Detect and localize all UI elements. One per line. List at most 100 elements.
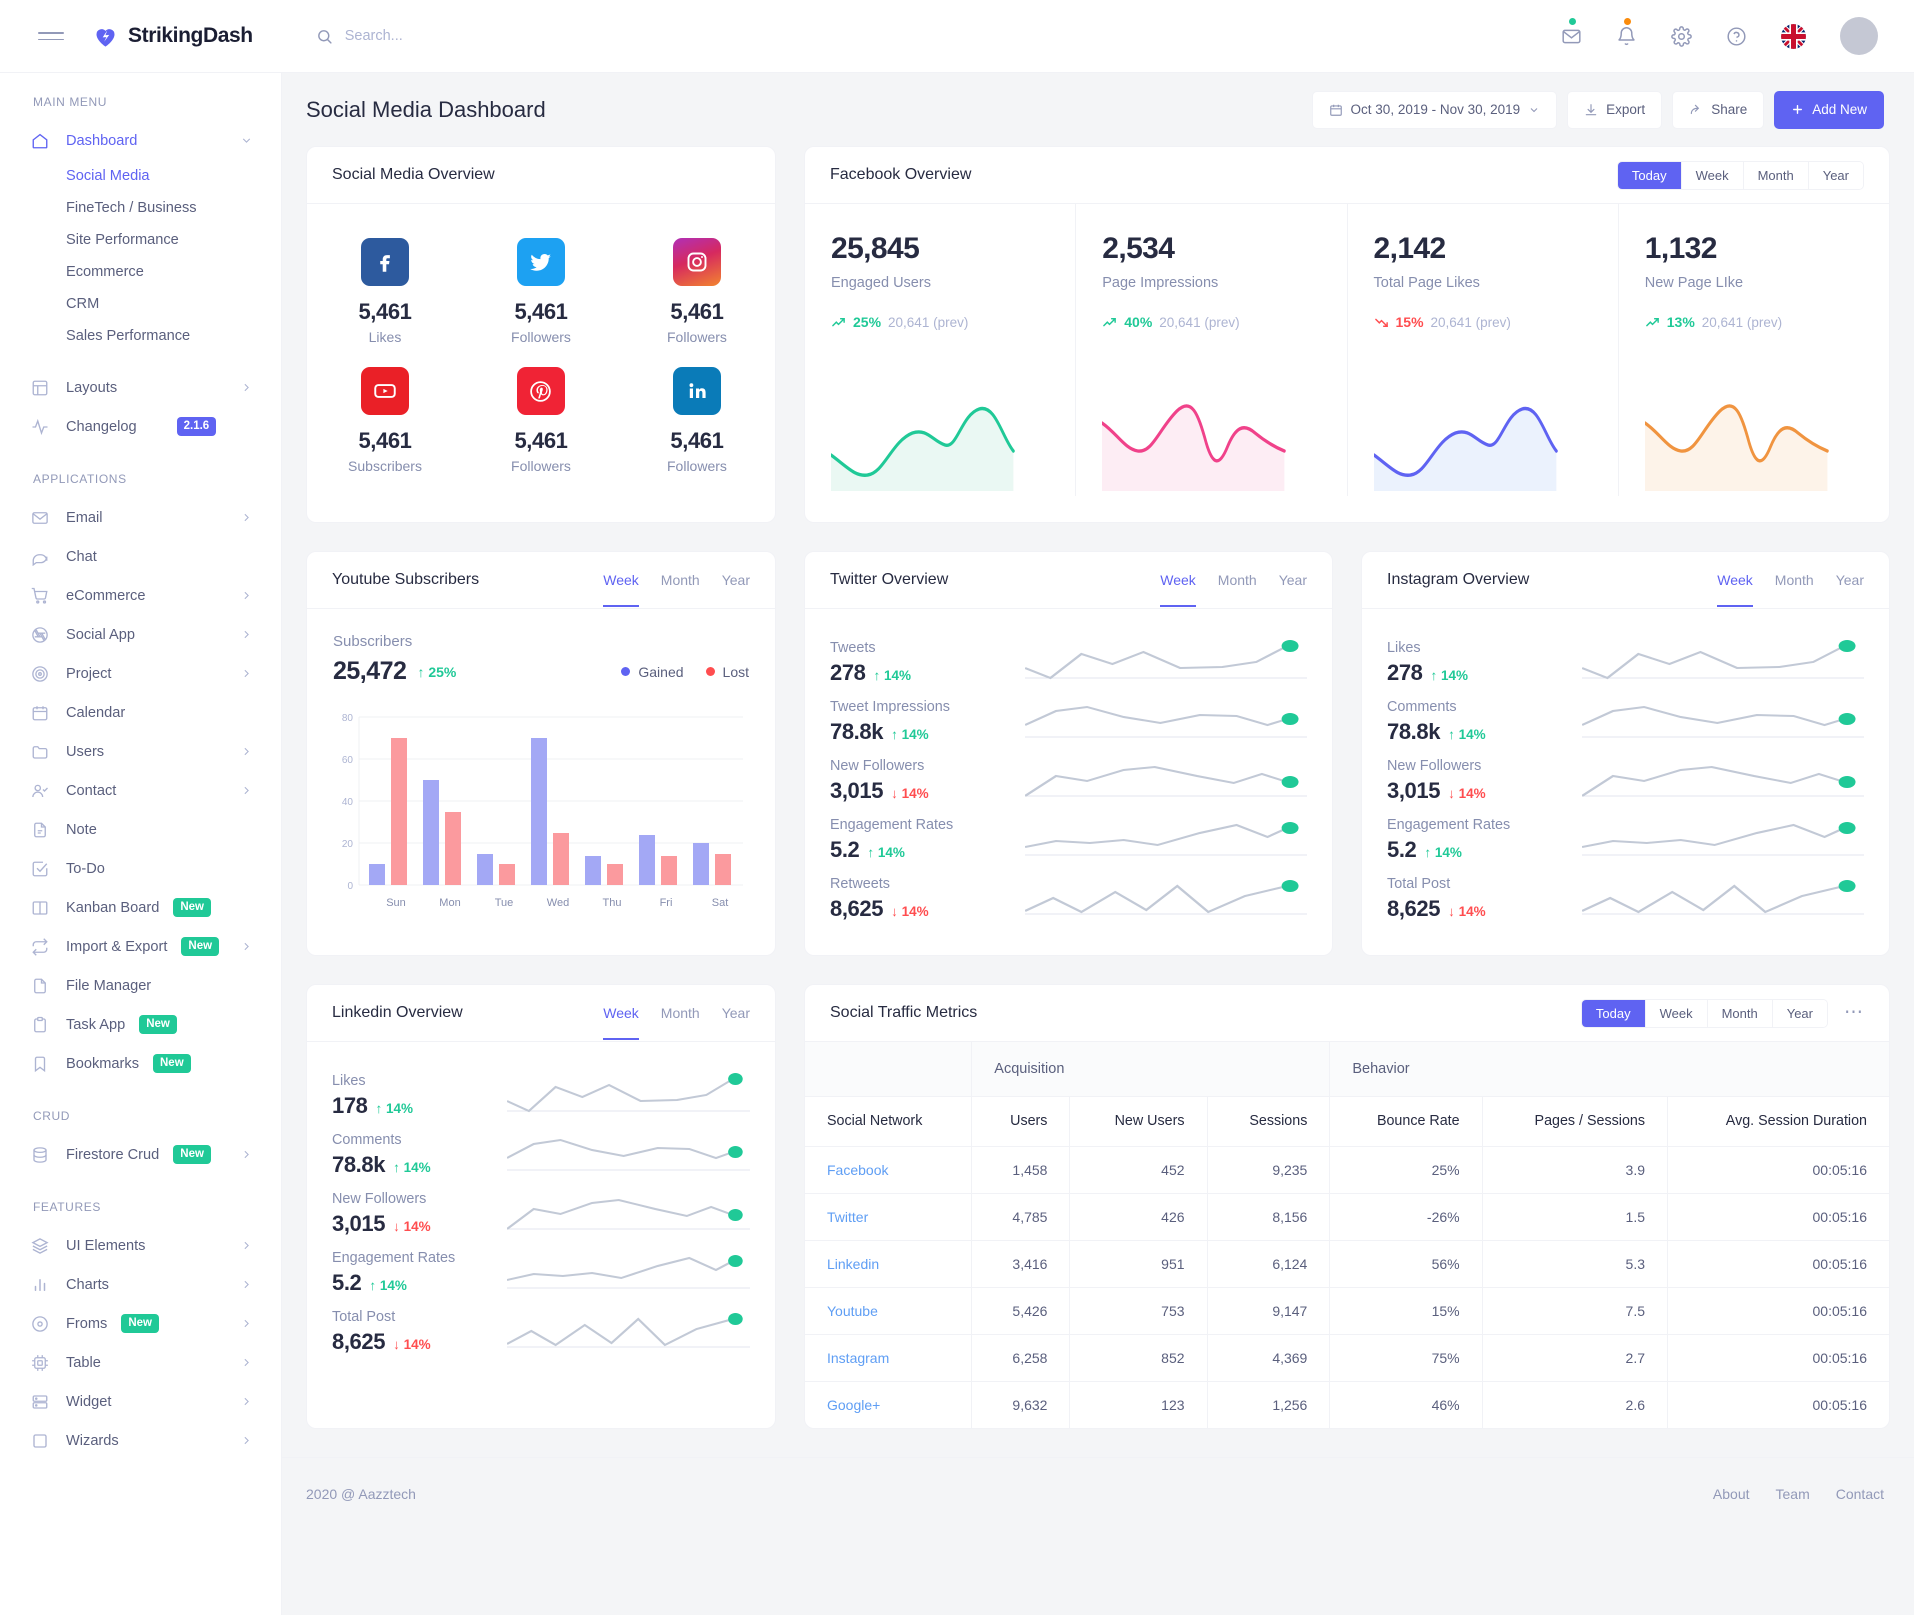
sidebar-item-note[interactable]: Note [0,810,281,849]
sidebar-item-ecommerce[interactable]: eCommerce [0,576,281,615]
cell-network[interactable]: Instagram [805,1334,973,1382]
sidebar-item-layouts[interactable]: Layouts [0,368,281,407]
sidebar-item-todo[interactable]: To-Do [0,849,281,888]
tab-today[interactable]: Today [1617,161,1682,189]
sidebar-item-email[interactable]: Email [0,498,281,537]
footer-link-team[interactable]: Team [1776,1486,1810,1502]
tab-month[interactable]: Month [1775,554,1814,606]
sidebar-subitem-social-media[interactable]: Social Media [0,160,281,192]
mail-icon[interactable] [1561,17,1582,47]
sidebar-item-label: Bookmarks [66,1055,139,1072]
sidebar-item-project[interactable]: Project [0,654,281,693]
tab-month[interactable]: Month [1707,999,1773,1027]
tab-year[interactable]: Year [1808,161,1863,189]
date-range-picker[interactable]: Oct 30, 2019 - Nov 30, 2019 [1311,90,1558,129]
sidebar-subitem-finetech-business[interactable]: FineTech / Business [0,192,281,224]
sidebar-item-kanban-board[interactable]: Kanban Board New [0,888,281,927]
tab-year[interactable]: Year [722,987,750,1039]
sidebar-item-changelog[interactable]: Changelog 2.1.6 [0,407,281,446]
tab-year[interactable]: Year [722,554,750,606]
social-stat-twitter[interactable]: 5,461 Followers [463,238,619,345]
cell-network[interactable]: Youtube [805,1287,973,1335]
sidebar-item-file-manager[interactable]: File Manager [0,966,281,1005]
sidebar-item-calendar[interactable]: Calendar [0,693,281,732]
chevron-right-icon [240,1317,253,1330]
sidebar-subitem-ecommerce[interactable]: Ecommerce [0,256,281,288]
cell-network[interactable]: Facebook [805,1146,973,1194]
sidebar-item-froms[interactable]: Froms New [0,1304,281,1343]
brand-logo-group[interactable]: StrikingDash [92,23,253,50]
new-badge: New [121,1314,160,1333]
tab-year[interactable]: Year [1772,999,1827,1027]
sidebar-item-bookmarks[interactable]: Bookmarks New [0,1044,281,1083]
tab-week[interactable]: Week [1160,554,1196,607]
social-stat-instagram[interactable]: 5,461 Followers [619,238,775,345]
sidebar-subitem-site-performance[interactable]: Site Performance [0,224,281,256]
tab-week[interactable]: Week [1717,554,1753,607]
metric-value-group: 278 ↑ 14% [830,660,1025,686]
stat-label: Followers [667,458,727,474]
gear-icon[interactable] [1671,25,1692,47]
disc-icon [30,1314,50,1334]
sidebar-item-chat[interactable]: Chat [0,537,281,576]
add-new-button[interactable]: Add New [1774,90,1884,129]
footer-link-about[interactable]: About [1713,1486,1750,1502]
stat-delta: 15% 20,641 (prev) [1374,314,1618,330]
sidebar-item-firestore-crud[interactable]: Firestore Crud New [0,1135,281,1174]
more-options-icon[interactable]: ⋯ [1844,1003,1864,1022]
cell-network[interactable]: Linkedin [805,1240,973,1288]
sidebar-subitem-sales-performance[interactable]: Sales Performance [0,320,281,352]
sidebar-item-wizards[interactable]: Wizards [0,1421,281,1460]
sidebar-item-import-export[interactable]: Import & Export New [0,927,281,966]
search-box[interactable] [316,28,645,45]
sidebar-item-label: eCommerce [66,587,146,604]
tab-week[interactable]: Week [1681,161,1744,189]
footer-link-contact[interactable]: Contact [1836,1486,1884,1502]
social-stat-facebook[interactable]: 5,461 Likes [307,238,463,345]
cell-new-users: 123 [1069,1381,1208,1428]
tab-month[interactable]: Month [661,987,700,1039]
sidebar-item-ui-elements[interactable]: UI Elements [0,1226,281,1265]
share-button[interactable]: Share [1672,90,1765,129]
social-stat-linkedin[interactable]: 5,461 Followers [619,367,775,474]
tab-month[interactable]: Month [1743,161,1809,189]
avatar[interactable] [1840,17,1878,55]
sidebar-item-dashboard[interactable]: Dashboard [0,121,281,160]
tab-week[interactable]: Week [1645,999,1708,1027]
tab-week[interactable]: Week [603,987,639,1040]
cell-network[interactable]: Twitter [805,1193,973,1241]
instagram-overview-card: Instagram Overview Week Month Year Likes… [1361,551,1890,956]
social-stat-youtube[interactable]: 5,461 Subscribers [307,367,463,474]
tab-today[interactable]: Today [1581,999,1646,1027]
legend-lost: Lost [705,664,749,680]
sparkline-line [507,1307,750,1355]
sidebar-item-task-app[interactable]: Task App New [0,1005,281,1044]
tab-month[interactable]: Month [1218,554,1257,606]
metric-value-group: 5.2 ↑ 14% [830,837,1025,863]
tab-month[interactable]: Month [661,554,700,606]
metric-row: Engagement Rates 5.2 ↑ 14% [1387,804,1864,863]
search-input[interactable] [344,28,645,44]
menu-toggle-icon[interactable] [38,27,64,45]
export-button[interactable]: Export [1567,90,1663,129]
cell-users: 9,632 [971,1381,1071,1428]
sidebar-item-users[interactable]: Users [0,732,281,771]
social-stat-pinterest[interactable]: 5,461 Followers [463,367,619,474]
sidebar-subitem-crm[interactable]: CRM [0,288,281,320]
flag-uk-icon[interactable] [1781,23,1806,49]
sidebar-item-social-app[interactable]: Social App [0,615,281,654]
cell-network[interactable]: Google+ [805,1381,973,1428]
metric-label: New Followers [1387,758,1482,774]
sidebar-item-charts[interactable]: Charts [0,1265,281,1304]
sidebar-item-contact[interactable]: Contact [0,771,281,810]
page-header-actions: Oct 30, 2019 - Nov 30, 2019 Export Share… [1302,90,1884,129]
sidebar-item-table[interactable]: Table [0,1343,281,1382]
cell-users: 4,785 [971,1193,1071,1241]
tab-week[interactable]: Week [603,554,639,607]
tab-year[interactable]: Year [1836,554,1864,606]
tab-year[interactable]: Year [1279,554,1307,606]
bell-icon[interactable] [1616,17,1637,47]
sidebar-item-widget[interactable]: Widget [0,1382,281,1421]
help-icon[interactable] [1726,26,1747,47]
metric-row: Retweets 8,625 ↓ 14% [830,863,1307,922]
